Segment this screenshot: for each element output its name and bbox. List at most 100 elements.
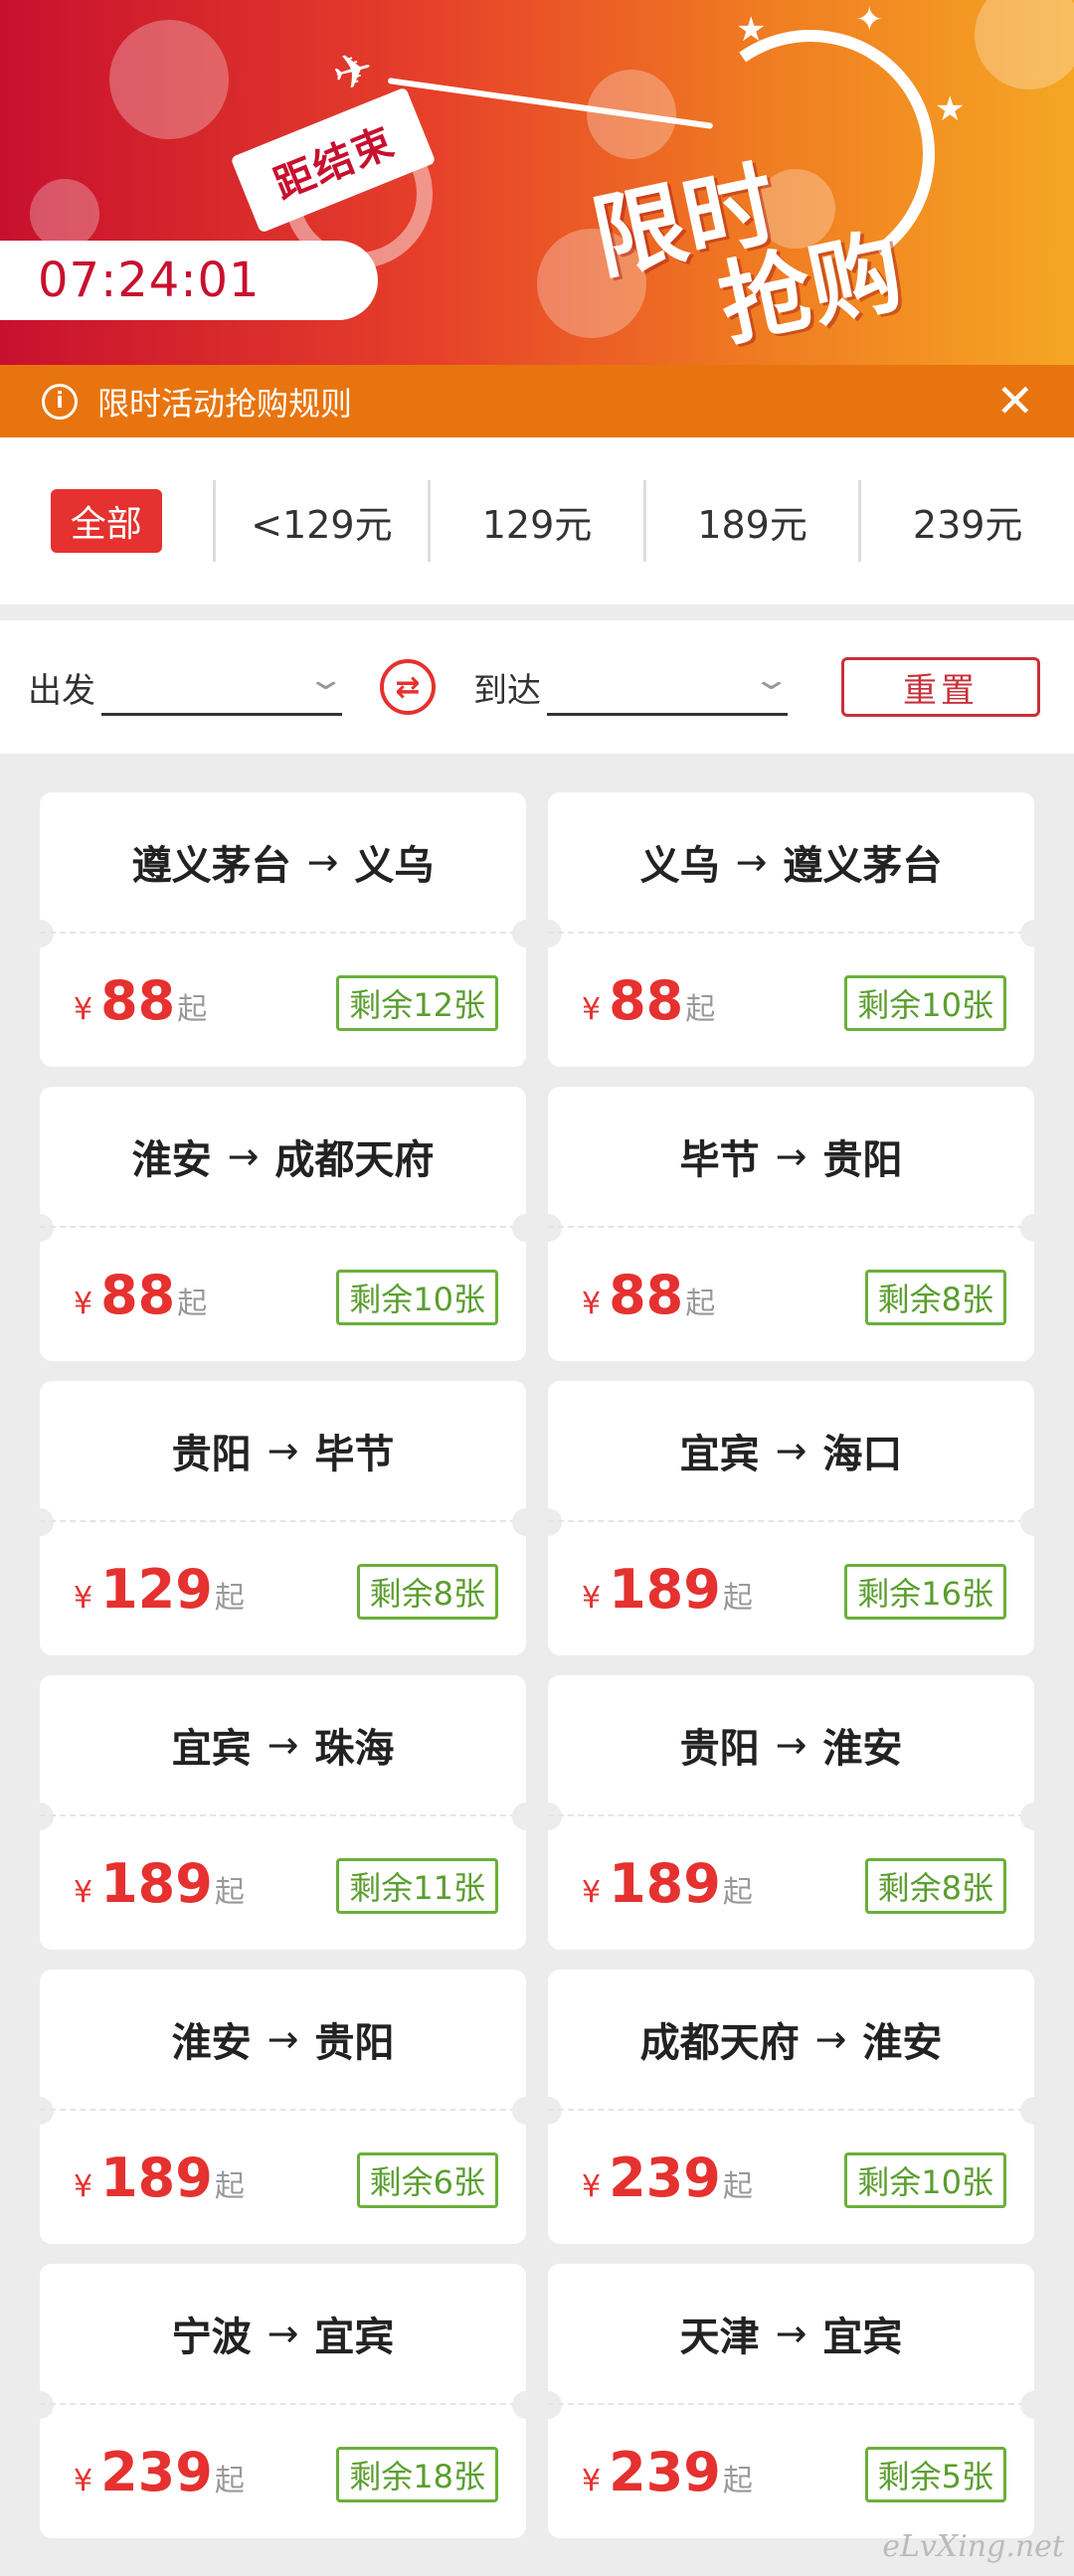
ticket-card[interactable]: 贵阳 → 毕节 ¥129 起 剩余8张 (26, 1381, 540, 1655)
ticket-card[interactable]: 宜宾 → 海口 ¥189 起 剩余16张 (534, 1381, 1048, 1655)
arrow-right-icon: → (267, 1723, 299, 1767)
price: ¥88 起 (582, 969, 715, 1032)
decor-bubble (30, 179, 99, 249)
close-icon[interactable]: ✕ (995, 378, 1034, 424)
swap-icon[interactable]: ⇄ (380, 659, 436, 715)
price-tab-239[interactable]: 239元 (858, 480, 1074, 562)
ticket-card[interactable]: 淮安 → 成都天府 ¥88 起 剩余10张 (26, 1087, 540, 1361)
price-tab-129[interactable]: 129元 (428, 480, 643, 562)
rules-link[interactable]: 限时活动抢购规则 (97, 379, 352, 425)
route-to: 海口 (822, 1432, 903, 1477)
route-from: 天津 (679, 2315, 760, 2360)
remaining-badge: 剩余8张 (864, 1270, 1006, 1325)
price: ¥239 起 (582, 2147, 753, 2209)
star-icon: ★ (736, 10, 767, 50)
arrive-select[interactable]: ⌄ (547, 658, 792, 716)
flash-sale-banner: ✈ ★ ★ ✦ 距结束 07:24:01 限时 抢购 (0, 0, 1074, 365)
price-amount: 189 (100, 1852, 213, 1915)
price: ¥239 起 (582, 2441, 753, 2503)
route-to: 宜宾 (822, 2315, 903, 2360)
price-suffix: 起 (722, 2464, 753, 2498)
remaining-badge: 剩余16张 (844, 1564, 1006, 1620)
price-suffix: 起 (214, 2464, 245, 2498)
arrow-right-icon: → (267, 2312, 299, 2355)
ticket-card[interactable]: 毕节 → 贵阳 ¥88 起 剩余8张 (534, 1087, 1048, 1361)
route-to: 宜宾 (314, 2315, 395, 2360)
price: ¥189 起 (582, 1558, 753, 1621)
arrive-label: 到达 (473, 670, 541, 711)
star-icon: ★ (935, 89, 966, 129)
price-suffix: 起 (685, 992, 716, 1027)
price-tab-label: 239元 (912, 502, 1023, 547)
currency-symbol: ¥ (74, 1581, 93, 1616)
ticket-card[interactable]: 宜宾 → 珠海 ¥189 起 剩余11张 (26, 1675, 540, 1950)
route-from: 宁波 (171, 2315, 252, 2360)
price-suffix: 起 (685, 1287, 716, 1321)
depart-select[interactable]: ⌄ (101, 658, 346, 716)
route: 淮安 → 贵阳 (40, 1970, 526, 2111)
price-suffix: 起 (177, 992, 208, 1027)
route: 贵阳 → 毕节 (40, 1381, 526, 1522)
price-suffix: 起 (214, 2169, 245, 2204)
route-to: 义乌 (354, 843, 435, 889)
route-from: 宜宾 (679, 1432, 760, 1477)
ticket-card[interactable]: 贵阳 → 淮安 ¥189 起 剩余8张 (534, 1675, 1048, 1950)
star-icon: ✦ (855, 0, 884, 40)
price-amount: 88 (609, 1264, 684, 1326)
price-amount: 239 (609, 2147, 721, 2209)
price-filter-tabs: 全部 <129元 129元 189元 239元 (0, 437, 1074, 604)
ticket-card[interactable]: 宁波 → 宜宾 ¥239 起 剩余18张 (26, 2264, 540, 2538)
airplane-icon: ✈ (326, 39, 380, 104)
price-tab-below-129[interactable]: <129元 (212, 480, 429, 562)
ticket-card[interactable]: 淮安 → 贵阳 ¥189 起 剩余6张 (26, 1970, 540, 2244)
route: 成都天府 → 淮安 (548, 1970, 1034, 2111)
currency-symbol: ¥ (74, 1287, 93, 1321)
remaining-badge: 剩余12张 (336, 975, 498, 1031)
remaining-badge: 剩余18张 (336, 2447, 498, 2502)
reset-button[interactable]: 重置 (841, 657, 1040, 717)
ticket-card[interactable]: 成都天府 → 淮安 ¥239 起 剩余10张 (534, 1970, 1048, 2244)
price: ¥239 起 (74, 2441, 245, 2503)
route-from: 宜宾 (171, 1726, 252, 1772)
price: ¥189 起 (74, 2147, 245, 2209)
arrow-right-icon: → (775, 1134, 807, 1178)
route-to: 成都天府 (274, 1137, 435, 1183)
price-amount: 189 (609, 1558, 721, 1621)
route-to: 淮安 (862, 2020, 943, 2066)
ticket-grid: 遵义茅台 → 义乌 ¥88 起 剩余12张 义乌 → 遵义茅台 ¥88 起 剩余10张 淮安… (26, 792, 1048, 2538)
watermark: eLvXing.net (882, 2529, 1064, 2564)
price-amount: 88 (100, 1264, 176, 1326)
route: 贵阳 → 淮安 (548, 1675, 1034, 1816)
route-from: 成都天府 (639, 2020, 800, 2066)
price-tab-label: 129元 (481, 502, 593, 547)
route: 宁波 → 宜宾 (40, 2264, 526, 2405)
price-amount: 239 (609, 2441, 721, 2503)
price-tab-label: <129元 (251, 502, 393, 547)
price-suffix: 起 (722, 2169, 753, 2204)
route-from: 贵阳 (679, 1726, 760, 1772)
currency-symbol: ¥ (74, 992, 93, 1027)
route-from: 淮安 (131, 1137, 212, 1183)
remaining-badge: 剩余11张 (336, 1858, 498, 1914)
route: 宜宾 → 珠海 (40, 1675, 526, 1816)
price-suffix: 起 (214, 1581, 245, 1616)
currency-symbol: ¥ (74, 2169, 93, 2204)
route-to: 毕节 (314, 1432, 395, 1477)
ticket-card[interactable]: 遵义茅台 → 义乌 ¥88 起 剩余12张 (26, 792, 540, 1067)
ticket-card[interactable]: 天津 → 宜宾 ¥239 起 剩余5张 (534, 2264, 1048, 2538)
route-from: 贵阳 (171, 1432, 252, 1477)
countdown-timer: 07:24:01 (0, 241, 378, 320)
price-tab-189[interactable]: 189元 (642, 480, 859, 562)
remaining-badge: 剩余10张 (844, 2152, 1006, 2208)
price-tab-all[interactable]: 全部 (0, 480, 213, 562)
remaining-badge: 剩余8张 (864, 1858, 1006, 1914)
rules-bar[interactable]: i 限时活动抢购规则 ✕ (0, 365, 1074, 437)
currency-symbol: ¥ (582, 1287, 602, 1321)
route-to: 淮安 (822, 1726, 903, 1772)
depart-label: 出发 (28, 670, 95, 711)
ticket-card[interactable]: 义乌 → 遵义茅台 ¥88 起 剩余10张 (534, 792, 1048, 1067)
price-tab-label: 全部 (50, 489, 162, 553)
currency-symbol: ¥ (582, 1581, 602, 1616)
arrow-right-icon: → (775, 1723, 807, 1767)
route: 义乌 → 遵义茅台 (548, 792, 1034, 934)
